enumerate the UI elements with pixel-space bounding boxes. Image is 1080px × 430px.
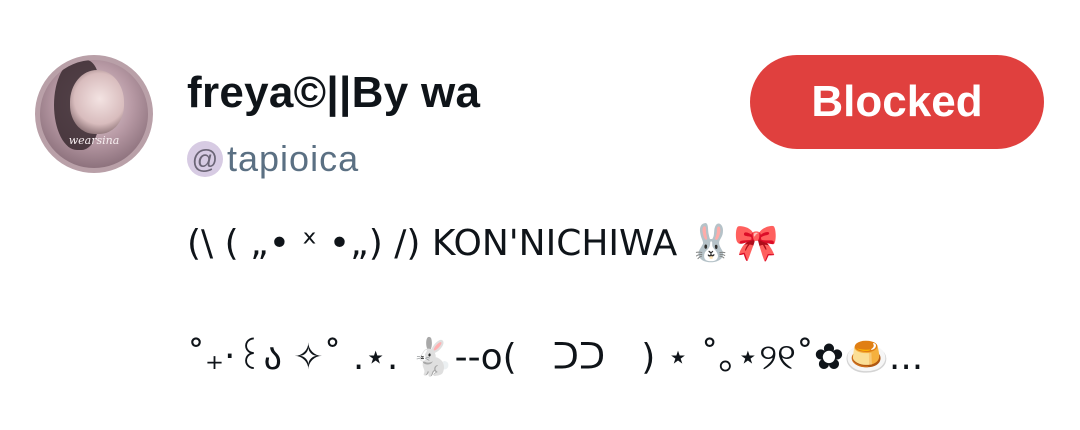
avatar-face xyxy=(70,70,124,134)
bio-line-1: (\ ( „• ˣ •„) /) KON'NICHIWA 🐰🎀 xyxy=(187,223,779,264)
avatar-caption: wearsina xyxy=(68,134,120,147)
profile-card: wearsina freya©||By wa @ tapioica Blocke… xyxy=(0,0,1080,430)
handle: tapioica xyxy=(227,138,360,179)
bio-line-2: ˚₊‧꒰ა ✧˚ .⋆. 🐇--o( ᑐᑐ ) ⋆ ˚｡⋆୨୧˚✿🍮... xyxy=(187,337,924,378)
avatar[interactable]: wearsina xyxy=(35,55,153,173)
display-name: freya©||By wa xyxy=(187,68,481,117)
at-sign-icon: @ xyxy=(187,141,223,177)
blocked-button[interactable]: Blocked xyxy=(750,55,1044,149)
handle-row: @ tapioica xyxy=(187,138,359,180)
